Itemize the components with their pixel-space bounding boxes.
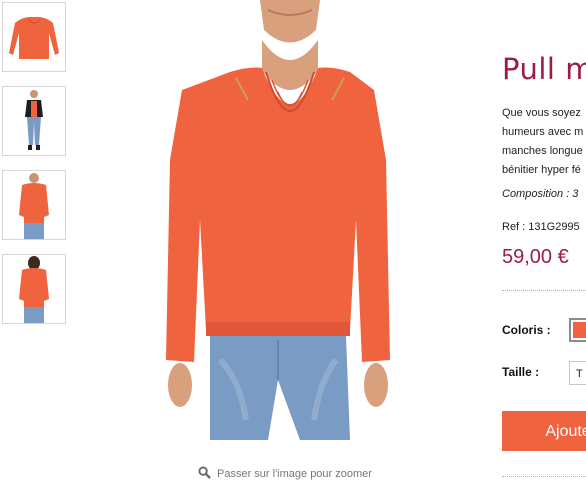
zoom-hint-text: Passer sur l'image pour zoomer (217, 468, 372, 480)
description-line: bénitier hyper fé (502, 164, 581, 176)
product-description: Que vous soyez humeurs avec m manches lo… (502, 104, 586, 180)
thumbnail-2[interactable] (2, 86, 66, 156)
product-composition: Composition : 3 (502, 188, 579, 200)
thumbnail-1[interactable] (2, 2, 66, 72)
thumbnail-gallery (2, 2, 66, 338)
divider (502, 476, 586, 477)
magnifier-icon (198, 466, 211, 482)
product-price: 59,00 € (502, 246, 569, 268)
description-line: manches longue (502, 145, 583, 157)
zoom-hint: Passer sur l'image pour zoomer (198, 466, 372, 482)
description-line: Que vous soyez (502, 107, 581, 119)
product-title: Pull m (502, 52, 586, 86)
color-swatch-fill (573, 322, 586, 338)
color-swatch[interactable] (569, 318, 586, 342)
thumbnail-3[interactable] (2, 170, 66, 240)
thumbnail-4[interactable] (2, 254, 66, 324)
add-to-cart-button[interactable]: Ajoute (502, 411, 586, 451)
size-select[interactable]: T (569, 361, 586, 385)
color-label: Coloris : (502, 323, 551, 337)
divider (502, 290, 586, 291)
product-ref: Ref : 131G2995 (502, 221, 580, 233)
product-title-wrap: Pull m (502, 52, 586, 86)
description-line: humeurs avec m (502, 126, 584, 138)
size-label: Taille : (502, 365, 540, 379)
main-product-image[interactable] (150, 0, 430, 450)
